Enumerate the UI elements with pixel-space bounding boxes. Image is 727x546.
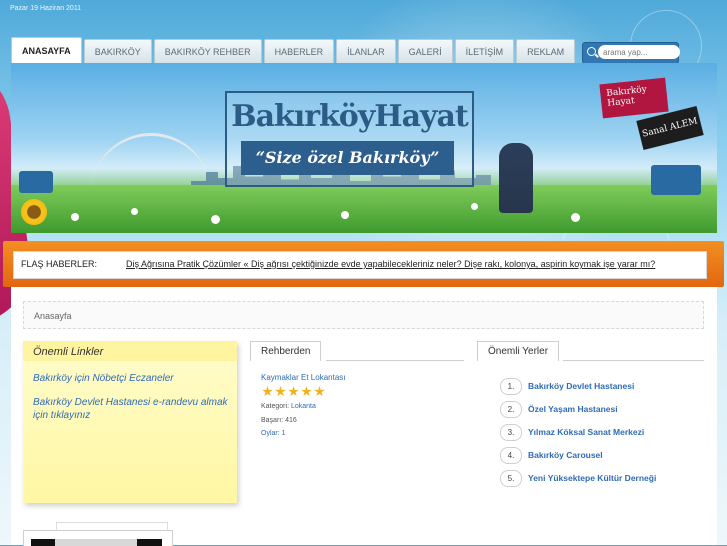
place-link[interactable]: Yeni Yüksektepe Kültür Derneği [528, 473, 656, 483]
votes-value: 1 [281, 430, 286, 437]
important-links-title: Önemli Linkler [33, 346, 104, 358]
list-number: 1. [500, 378, 522, 395]
place-link[interactable]: Yılmaz Köksal Sanat Merkezi [528, 427, 644, 437]
list-number: 3. [500, 424, 522, 441]
breadcrumb-home[interactable]: Anasayfa [34, 311, 72, 321]
place-link[interactable]: Özel Yaşam Hastanesi [528, 404, 618, 414]
flower-illustration [341, 211, 349, 219]
list-item: 4. Bakırköy Carousel [500, 447, 710, 464]
flower-illustration [71, 213, 79, 221]
places-tab[interactable]: Önemli Yerler [477, 341, 560, 361]
nav-tab-bakirkoy-rehber[interactable]: BAKIRKÖY REHBER [153, 39, 262, 64]
bottom-widget [23, 530, 173, 546]
nav-tab-bakirkoy[interactable]: BAKIRKÖY [83, 39, 152, 64]
sunflower-illustration [21, 199, 47, 225]
flower-illustration [571, 213, 580, 222]
search-input[interactable] [598, 45, 680, 59]
breadcrumb: Anasayfa [23, 301, 704, 329]
nav-tab-iletisim[interactable]: İLETİŞİM [454, 39, 515, 64]
votes-label: Oylar: [261, 430, 280, 437]
list-item: 3. Yılmaz Köksal Sanat Merkezi [500, 424, 710, 441]
category-link[interactable]: Lokanta [291, 403, 316, 410]
search-box [582, 42, 680, 64]
nav-tab-anasayfa[interactable]: ANASAYFA [11, 37, 82, 64]
site-logo[interactable]: BakırköyHayat “Size özel Bakırköy” [225, 91, 474, 187]
important-links-note: Önemli Linkler Bakırköy için Nöbetçi Ecz… [23, 341, 237, 503]
rating-stars [262, 386, 325, 397]
list-item: 2. Özel Yaşam Hastanesi [500, 401, 710, 418]
star-icon [314, 386, 325, 397]
place-link[interactable]: Bakırköy Carousel [528, 450, 603, 460]
link-hospital-appointment[interactable]: Bakırköy Devlet Hastanesi e-randevu alma… [33, 396, 228, 422]
list-number: 4. [500, 447, 522, 464]
logo-text: BakırköyHayat [231, 99, 469, 134]
header-banner: BakırköyHayat “Size özel Bakırköy” Bakır… [11, 63, 717, 233]
rehber-views: Başarı: 416 [261, 417, 297, 424]
nav-tab-ilanlar[interactable]: İLANLAR [336, 39, 396, 64]
flower-illustration [131, 208, 138, 215]
brand-badge: Bakırköy Hayat [599, 77, 669, 119]
rehber-category: Kategori: Lokanta [261, 403, 316, 410]
list-number: 2. [500, 401, 522, 418]
nav-tab-reklam[interactable]: REKLAM [516, 39, 576, 64]
list-number: 5. [500, 470, 522, 487]
flower-illustration [471, 203, 478, 210]
divider [326, 360, 464, 361]
star-icon [288, 386, 299, 397]
search-icon[interactable] [587, 47, 596, 56]
nav-tab-haberler[interactable]: HABERLER [263, 39, 335, 64]
armchair-illustration [19, 171, 53, 193]
rehber-tab[interactable]: Rehberden [250, 341, 322, 361]
date-label: Pazar 19 Haziran 2011 [10, 5, 82, 12]
rehber-item-link[interactable]: Kaymaklar Et Lokantası [261, 373, 345, 382]
list-item: 5. Yeni Yüksektepe Kültür Derneği [500, 470, 710, 487]
armchair-illustration [651, 165, 701, 195]
flash-news-label: FLAŞ HABERLER: [21, 259, 98, 269]
divider [563, 360, 704, 361]
main-nav: ANASAYFA BAKIRKÖY BAKIRKÖY REHBER HABERL… [11, 37, 576, 64]
rehber-votes: Oylar: 1 [261, 430, 286, 437]
category-label: Kategori: [261, 403, 290, 410]
place-link[interactable]: Bakırköy Devlet Hastanesi [528, 381, 634, 391]
list-item: 1. Bakırköy Devlet Hastanesi [500, 378, 710, 395]
flash-news-link[interactable]: Diş Ağrısına Pratik Çözümler « Diş ağrıs… [126, 259, 655, 269]
slogan: “Size özel Bakırköy” [241, 141, 454, 175]
star-icon [262, 386, 273, 397]
flower-illustration [211, 215, 220, 224]
views-label: Başarı: [261, 417, 284, 424]
star-icon [301, 386, 312, 397]
link-pharmacies[interactable]: Bakırköy için Nöbetçi Eczaneler [33, 372, 228, 385]
star-icon [275, 386, 286, 397]
couple-illustration [499, 143, 533, 213]
grass-illustration [11, 185, 717, 233]
views-value: 416 [285, 417, 297, 424]
nav-tab-galeri[interactable]: GALERİ [397, 39, 453, 64]
flash-news-box: FLAŞ HABERLER: Diş Ağrısına Pratik Çözüm… [13, 251, 707, 279]
